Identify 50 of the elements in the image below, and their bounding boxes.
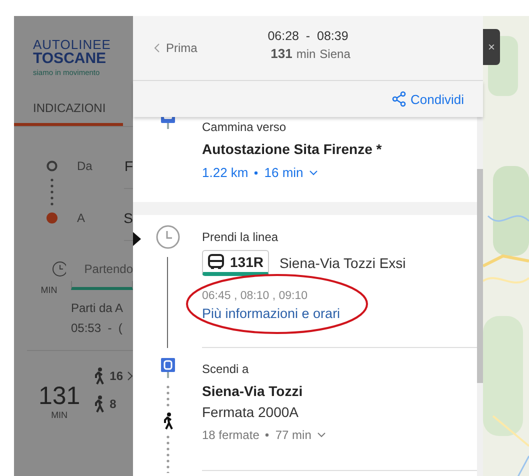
step-action: Cammina verso: [202, 119, 288, 135]
to-label: A: [77, 210, 86, 224]
stop-name: Fermata 2000A: [202, 404, 300, 420]
close-button[interactable]: ×: [483, 29, 500, 65]
time-text: 05:53 - (: [71, 320, 124, 336]
logo-title: TOSCANE: [33, 51, 108, 66]
previous-button[interactable]: Prima: [154, 41, 198, 55]
logo-title: AUTOLINEE: [33, 38, 112, 51]
timetable-link[interactable]: Più informazioni e orari: [202, 304, 340, 324]
ride-details[interactable]: 18 fermate 77 min: [202, 428, 477, 442]
chevron-right-icon: [127, 370, 133, 380]
dotted-line-icon: [166, 433, 170, 473]
origin-icon: [46, 160, 58, 172]
step-place: Siena-Via Tozzi: [202, 383, 304, 399]
share-icon: [392, 91, 406, 107]
share-button[interactable]: Condividi: [392, 91, 464, 107]
directions-tab[interactable]: INDICAZIONI: [14, 100, 123, 126]
trip-destination: Siena: [320, 47, 350, 61]
walk-minutes: 8: [110, 396, 116, 410]
duration-unit: min: [296, 47, 316, 61]
line-headsign: Siena-Via Tozzi Exsi: [279, 255, 406, 272]
departure-label: Partendo: [84, 262, 133, 276]
duration-unit: MIN: [40, 284, 58, 294]
expand-icon: [317, 432, 326, 438]
bus-icon: [208, 254, 224, 270]
destination-icon: [46, 212, 58, 224]
trip-duration: 131: [270, 46, 292, 61]
clock-icon: [156, 225, 180, 250]
step-action: Prendi la linea: [202, 229, 280, 246]
separator-dot-icon: [265, 433, 270, 437]
line-chip: 131R: [202, 250, 270, 276]
dotted-line-icon: [166, 383, 170, 409]
walk-minutes: 16: [110, 368, 123, 382]
duration-unit: MIN: [51, 410, 68, 420]
expand-icon: [309, 170, 318, 176]
chevron-left-icon: [154, 43, 160, 53]
trip-times: 06:28 - 08:39: [268, 29, 348, 43]
pointer-icon: [133, 232, 141, 246]
step-place: Autostazione Sita Firenze *: [202, 141, 383, 157]
from-label: Da: [77, 158, 94, 172]
step-action: Scendi a: [202, 361, 250, 377]
departure-text: Parti da A: [71, 300, 124, 316]
scrollbar[interactable]: [477, 117, 483, 476]
schedule-times: 06:45 , 08:10 , 09:10: [202, 289, 309, 304]
route-dots-icon: [50, 176, 54, 206]
separator-dot-icon: [254, 170, 258, 174]
bus-stop-icon: [160, 358, 174, 380]
clock-icon: [52, 260, 66, 276]
duration-value: 131: [38, 382, 80, 410]
walk-details[interactable]: 1.22 km 16 min: [202, 165, 477, 180]
